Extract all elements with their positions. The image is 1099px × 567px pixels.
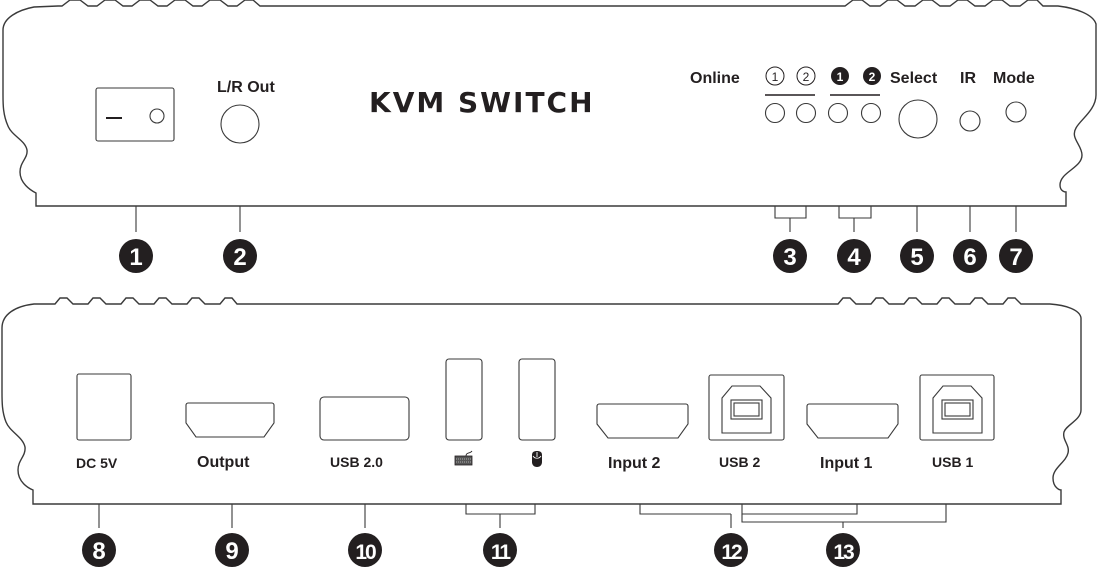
- callout-1: 1: [119, 239, 153, 273]
- keyboard-icon: [454, 450, 473, 466]
- callout-6: 6: [953, 239, 987, 273]
- svg-text:1: 1: [129, 244, 142, 271]
- input2-label: Input 2: [608, 455, 661, 472]
- lr-out-jack[interactable]: [220, 104, 260, 144]
- usb2-port[interactable]: [708, 374, 785, 441]
- select-button[interactable]: [898, 99, 938, 139]
- svg-text:8: 8: [92, 538, 105, 565]
- svg-text:12: 12: [721, 541, 742, 564]
- hdmi-input1-port[interactable]: [806, 403, 899, 439]
- online-port-2-marker: 2: [796, 66, 816, 86]
- rear-panel: DC 5V Output USB 2.0 Input 2 USB 2 Input…: [1, 297, 1082, 567]
- ir-label: IR: [960, 70, 976, 87]
- svg-text:6: 6: [963, 244, 976, 271]
- lr-out-label: L/R Out: [217, 79, 275, 96]
- dc-label: DC 5V: [76, 455, 118, 471]
- callout-12: 12: [714, 533, 748, 567]
- callout-8: 8: [82, 533, 116, 567]
- svg-text:7: 7: [1009, 244, 1022, 271]
- svg-text:4: 4: [847, 244, 861, 271]
- svg-text:1: 1: [772, 70, 779, 84]
- usb20-label: USB 2.0: [330, 454, 383, 470]
- callout-10: 10: [348, 533, 382, 567]
- mouse-usb-port[interactable]: [518, 358, 556, 441]
- callout-11: 11: [483, 533, 517, 567]
- power-switch-on-mark: [149, 108, 165, 124]
- mode-label: Mode: [993, 70, 1035, 87]
- svg-text:9: 9: [225, 538, 238, 565]
- usb20-port[interactable]: [319, 396, 410, 441]
- ir-receiver: [959, 110, 981, 132]
- usb2-label: USB 2: [719, 454, 760, 470]
- mouse-icon: [532, 451, 542, 467]
- svg-text:11: 11: [491, 541, 512, 564]
- svg-text:5: 5: [910, 244, 923, 271]
- svg-text:10: 10: [355, 541, 376, 564]
- callout-4: 4: [837, 239, 871, 273]
- svg-text:1: 1: [837, 70, 844, 84]
- callout-9: 9: [215, 533, 249, 567]
- callout-7: 7: [999, 239, 1033, 273]
- callout-5: 5: [900, 239, 934, 273]
- svg-text:2: 2: [803, 70, 810, 84]
- online-led-1: [764, 102, 786, 124]
- hdmi-input2-port[interactable]: [596, 403, 689, 439]
- mode-button[interactable]: [1005, 101, 1027, 123]
- keyboard-usb-port[interactable]: [445, 358, 483, 441]
- online-label: Online: [690, 70, 740, 87]
- callout-3: 3: [773, 239, 807, 273]
- input1-label: Input 1: [820, 455, 873, 472]
- svg-text:3: 3: [783, 244, 796, 271]
- power-switch[interactable]: [95, 87, 175, 142]
- callout-2: 2: [223, 239, 257, 273]
- callout-13: 13: [826, 533, 860, 567]
- selected-port-1-marker: 1: [831, 67, 849, 85]
- svg-text:2: 2: [233, 244, 246, 271]
- selected-port-2-marker: 2: [863, 67, 881, 85]
- usb1-port[interactable]: [919, 374, 995, 441]
- rear-leader-lines: [98, 504, 947, 528]
- selected-led-2: [860, 102, 882, 124]
- product-title: KVM SWITCH: [369, 86, 595, 119]
- online-port-1-marker: 1: [765, 66, 785, 86]
- output-label: Output: [197, 454, 250, 471]
- front-panel: L/R Out KVM SWITCH Online 1 2 1 2 Select: [2, 0, 1097, 273]
- selected-led-1: [827, 102, 849, 124]
- svg-text:2: 2: [869, 70, 876, 84]
- dc-power-port[interactable]: [76, 373, 132, 441]
- front-leader-lines: [135, 206, 1017, 232]
- rear-panel-outline: [1, 297, 1082, 505]
- usb1-label: USB 1: [932, 454, 973, 470]
- hdmi-output-port[interactable]: [185, 402, 275, 438]
- svg-text:13: 13: [833, 541, 854, 564]
- kvm-diagram: L/R Out KVM SWITCH Online 1 2 1 2 Select: [1, 0, 1097, 567]
- online-led-2: [795, 102, 817, 124]
- select-label: Select: [890, 70, 938, 87]
